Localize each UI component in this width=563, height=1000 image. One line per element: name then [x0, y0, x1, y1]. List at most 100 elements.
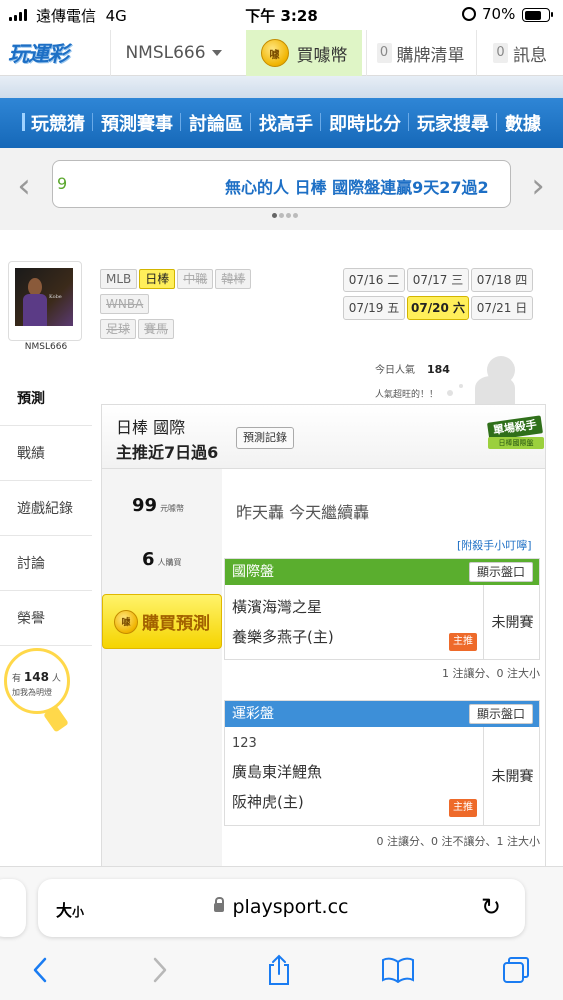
league-chip[interactable]: 日棒: [139, 269, 176, 289]
prediction-record-button[interactable]: 預測記錄: [236, 427, 294, 449]
match-status: 未開賽: [483, 585, 541, 659]
cart-link[interactable]: 0 購牌清單: [366, 30, 474, 76]
match-code: 123: [232, 736, 257, 751]
caret-down-icon: [211, 50, 222, 56]
safari-address-area: 大小 playsport.cc ↻: [0, 866, 563, 942]
ticker-next-icon[interactable]: ›: [524, 169, 552, 203]
buy-prediction-button[interactable]: 噱 購買預測: [102, 594, 222, 649]
buy-coin-button[interactable]: 噱 買噱幣: [246, 30, 362, 76]
user-menu[interactable]: NMSL666: [110, 30, 236, 76]
messages-label: 訊息: [513, 45, 547, 66]
team-home: 養樂多燕子(主): [232, 628, 334, 646]
killer-note-link[interactable]: [附殺手小叮嚀]: [457, 537, 532, 553]
league-chip[interactable]: WNBA: [100, 294, 150, 314]
reload-icon[interactable]: ↻: [481, 893, 501, 921]
sidebar-tab[interactable]: 榮譽: [0, 591, 92, 646]
ticker-banner[interactable]: 9 無心的人 日棒 國際盤連贏9天27過2: [52, 160, 511, 208]
fans-bulb[interactable]: 有 148 人 加我為明燈: [4, 648, 74, 733]
price-column: 99 元噱幣 6 人購買 噱 購買預測: [102, 469, 222, 873]
host-pick-tag: 主推: [449, 633, 477, 651]
nav-item[interactable]: 玩競猜: [22, 110, 93, 136]
market-card: 國際盤 顯示盤口 橫濱海灣之星 養樂多燕子(主) 主推 未開賽: [224, 558, 540, 660]
ticker-prev-icon[interactable]: ‹: [10, 169, 38, 203]
ticker-area: ‹ 9 無心的人 日棒 國際盤連贏9天27過2 ›: [0, 148, 563, 230]
sidebar-tab[interactable]: 討論: [0, 536, 92, 591]
sidebar: Kobe NMSL666 預測 戰績 遊戲紀錄 討論 榮譽 有 148 人 加我為明燈: [0, 256, 92, 876]
tabs-icon[interactable]: [496, 950, 536, 990]
sidebar-tab[interactable]: 戰績: [0, 426, 92, 481]
nav-item[interactable]: 討論區: [180, 110, 251, 136]
league-chip[interactable]: 足球: [100, 319, 137, 339]
cart-label: 購牌清單: [396, 45, 465, 66]
date-button[interactable]: 07/17 三: [407, 268, 469, 292]
mascot-image: [447, 356, 537, 406]
team-away: 廣島東洋鯉魚: [232, 763, 323, 781]
fans-count-line: 有 148 人: [12, 670, 61, 684]
date-button[interactable]: 07/16 二: [343, 268, 405, 292]
fans-note: 加我為明燈: [12, 688, 52, 697]
nav-item[interactable]: 數據: [496, 110, 549, 136]
market-header: 國際盤 顯示盤口: [225, 559, 539, 585]
panel-league: 日棒 國際: [116, 418, 186, 437]
coin-icon: 噱: [260, 39, 289, 67]
league-chip[interactable]: MLB: [100, 269, 138, 289]
clock: 下午 3:28: [245, 7, 318, 25]
market-header: 運彩盤 顯示盤口: [225, 701, 539, 727]
coin-icon: 噱: [114, 609, 138, 634]
battery-icon: [522, 8, 553, 22]
address-bar[interactable]: 大小 playsport.cc ↻: [38, 879, 525, 937]
book-icon[interactable]: [378, 950, 418, 990]
nav-item[interactable]: 找高手: [250, 110, 321, 136]
prediction-header: 日棒 國際 主推近7日過6 預測記錄 單場殺手 日棒國際盤: [102, 405, 545, 469]
date-button[interactable]: 07/18 四: [471, 268, 533, 292]
sidebar-username: NMSL666: [24, 342, 68, 352]
show-odds-button[interactable]: 顯示盤口: [468, 704, 533, 724]
price: 99 元噱幣: [132, 495, 185, 516]
main-nav: 玩競猜 預測賽事 討論區 找高手 即時比分 玩家搜尋 數據: [0, 98, 563, 148]
match-teams: 123 廣島東洋鯉魚 阪神虎(主): [232, 731, 322, 817]
prediction-panel: 日棒 國際 主推近7日過6 預測記錄 單場殺手 日棒國際盤 99 元噱幣 6 人購買…: [101, 404, 546, 874]
buyers: 6 人購買: [142, 549, 182, 570]
market-bet-summary: 0 注讓分、0 注不讓分、1 注大小: [376, 835, 541, 848]
username: NMSL666: [125, 43, 206, 63]
date-filter: 07/16 二 07/17 三 07/18 四 07/19 五 07/20 六 07/21…: [343, 268, 543, 324]
status-bar: 遠傳電信 4G 下午 3:28 70%: [0, 0, 563, 30]
previous-tab-peek[interactable]: [0, 879, 26, 937]
messages-count: 0: [493, 43, 508, 63]
nav-item[interactable]: 預測賽事: [92, 110, 181, 136]
chevron-right-icon[interactable]: [140, 950, 180, 990]
league-chip[interactable]: 賽馬: [138, 319, 175, 339]
battery-percent: 70%: [482, 5, 516, 23]
avatar-card[interactable]: Kobe: [8, 261, 82, 341]
team-home: 阪神虎(主): [232, 793, 304, 811]
ticker-text: 無心的人 日棒 國際盤連贏9天27過2: [225, 178, 489, 197]
killer-badge: 單場殺手 日棒國際盤: [484, 411, 544, 453]
show-odds-button[interactable]: 顯示盤口: [468, 562, 533, 582]
popularity: 今日人氣 184: [375, 363, 450, 376]
share-icon[interactable]: [259, 950, 299, 990]
chevron-left-icon[interactable]: [20, 950, 60, 990]
cart-count: 0: [376, 43, 392, 63]
nav-decoration: [0, 76, 563, 98]
site-logo[interactable]: 玩運彩: [8, 38, 92, 68]
league-chip[interactable]: 韓棒: [215, 269, 252, 289]
nav-item[interactable]: 玩家搜尋: [408, 110, 497, 136]
avatar: Kobe: [15, 268, 73, 326]
sidebar-tab[interactable]: 預測: [0, 371, 92, 426]
sidebar-tab[interactable]: 遊戲紀錄: [0, 481, 92, 536]
ticker-dots: [272, 213, 298, 218]
site-header: 玩運彩 NMSL666 噱 買噱幣 0 購牌清單 0 訊息: [0, 30, 563, 76]
date-button[interactable]: 07/19 五: [343, 296, 405, 320]
league-chip[interactable]: 中職: [177, 269, 214, 289]
lock-icon: [214, 897, 225, 912]
orientation-lock-icon: [462, 7, 476, 21]
nav-item[interactable]: 即時比分: [320, 110, 409, 136]
messages-link[interactable]: 0 訊息: [476, 30, 563, 76]
panel-record: 主推近7日過6: [116, 443, 219, 462]
prediction-comment: 昨天轟 今天繼續轟: [236, 503, 370, 522]
url-text[interactable]: playsport.cc: [38, 896, 525, 918]
league-filter: MLB 日棒 中職 韓棒 WNBA 足球 賽馬: [100, 268, 338, 343]
date-button[interactable]: 07/21 日: [471, 296, 533, 320]
date-button[interactable]: 07/20 六: [407, 296, 469, 320]
ticker-fragment: 9: [57, 174, 68, 193]
